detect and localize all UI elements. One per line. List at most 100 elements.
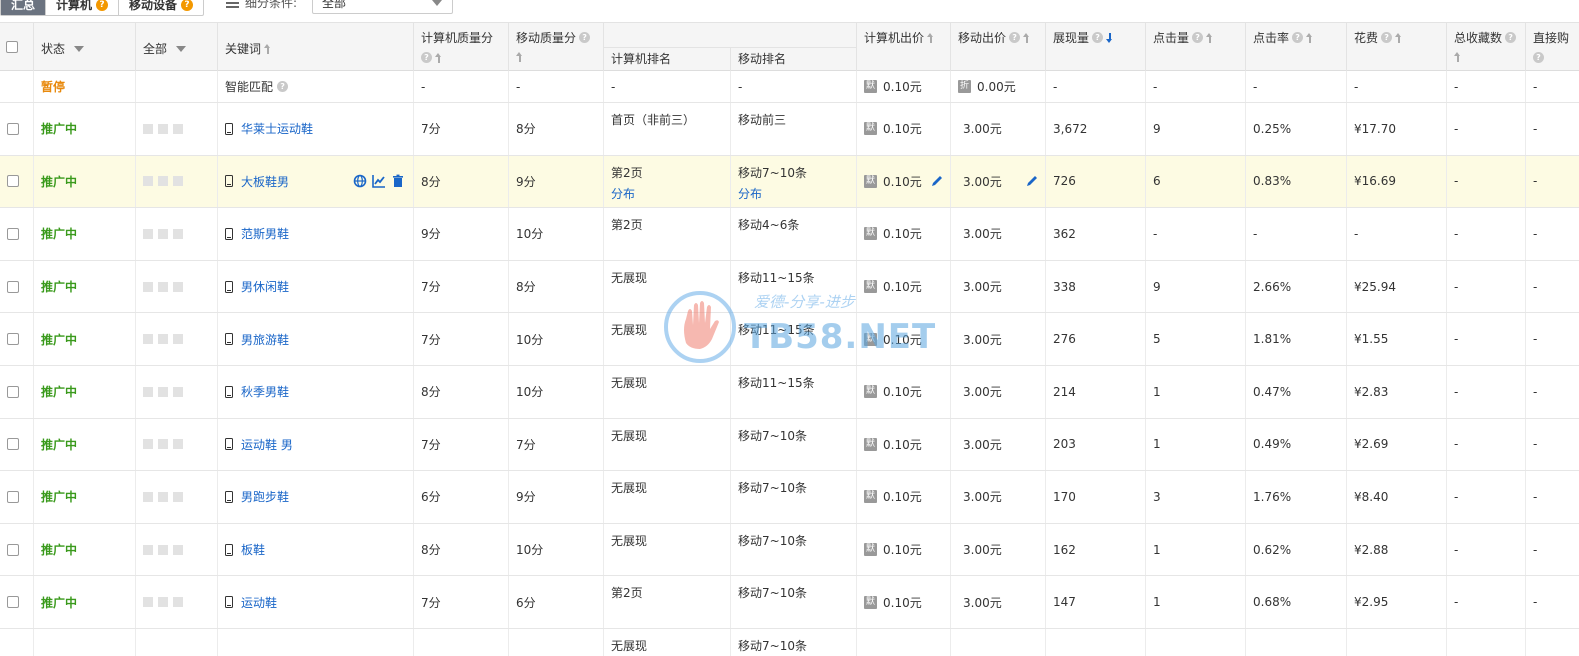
keyword-link[interactable]: 男旅游鞋	[241, 331, 289, 348]
globe-icon[interactable]	[353, 174, 367, 188]
keyword-link[interactable]: 运动鞋 男	[241, 436, 293, 453]
help-icon[interactable]: ?	[1009, 32, 1021, 43]
device-toggle-group[interactable]	[143, 334, 183, 345]
header-pc-bid[interactable]: 计算机出价	[857, 23, 951, 71]
row-checkbox[interactable]	[7, 280, 19, 293]
status-badge[interactable]: 推广中	[41, 331, 77, 348]
sort-icon[interactable]	[435, 52, 442, 63]
toggle-dot[interactable]	[173, 386, 183, 397]
sort-icon[interactable]	[1023, 32, 1030, 43]
toggle-dot[interactable]	[158, 491, 168, 502]
row-checkbox[interactable]	[7, 596, 19, 609]
chevron-down-icon[interactable]	[176, 45, 187, 52]
sort-desc-icon[interactable]	[1106, 32, 1113, 43]
help-icon[interactable]: ?	[421, 52, 432, 63]
table-row[interactable]: 推广中 华莱士运动鞋 7分 8分 首页（非前三） 移动前三默 0.10元 3.00元 3,672…	[0, 103, 1579, 156]
sort-icon[interactable]	[1395, 32, 1402, 43]
keyword-link[interactable]: 大板鞋男	[241, 173, 289, 190]
keyword-link[interactable]: 秋季男鞋	[241, 383, 289, 400]
help-icon[interactable]: ?	[181, 0, 194, 11]
help-icon[interactable]: ?	[1192, 32, 1204, 43]
keyword-link[interactable]: 板鞋	[241, 541, 265, 558]
trash-icon[interactable]	[391, 174, 405, 188]
select-all-checkbox[interactable]	[6, 41, 18, 53]
help-icon[interactable]: ?	[1533, 52, 1544, 63]
table-row[interactable]: 推广中 板鞋 8分 10分 无展现 移动7~10条默 0.10元 3.00元 162 1 0.62%…	[0, 523, 1579, 577]
keyword-link[interactable]: 运动鞋	[241, 594, 277, 611]
table-row[interactable]: 推广中 男旅游鞋 7分 10分 无展现 移动11~15条默 0.10元 3.00元 276 5 1.…	[0, 313, 1579, 366]
toggle-dot[interactable]	[158, 386, 168, 397]
help-icon[interactable]: ?	[277, 81, 289, 92]
toggle-dot[interactable]	[173, 176, 183, 187]
device-toggle-group[interactable]	[143, 597, 183, 608]
toggle-dot[interactable]	[158, 334, 168, 345]
toggle-dot[interactable]	[158, 281, 168, 292]
status-badge[interactable]: 推广中	[41, 436, 77, 453]
help-icon[interactable]: ?	[579, 32, 591, 43]
header-status[interactable]: 状态	[34, 23, 136, 71]
tab-computer[interactable]: 计算机?	[46, 0, 120, 15]
status-badge[interactable]: 推广中	[41, 173, 77, 190]
header-impressions[interactable]: 展现量?	[1046, 23, 1146, 71]
toggle-dot[interactable]	[173, 281, 183, 292]
sort-icon[interactable]	[264, 43, 271, 54]
header-cost[interactable]: 花费?	[1347, 23, 1447, 71]
row-checkbox[interactable]	[7, 122, 19, 135]
header-clicks[interactable]: 点击量?	[1146, 23, 1246, 71]
toggle-dot[interactable]	[173, 228, 183, 239]
header-pc-quality[interactable]: 计算机质量分 ?	[414, 23, 509, 71]
row-checkbox[interactable]	[7, 333, 19, 346]
tab-mobile[interactable]: 移动设备?	[119, 0, 203, 15]
row-checkbox[interactable]	[7, 385, 19, 398]
table-row[interactable]: 推广中 男跑步鞋 6分 9分 无展现 移动7~10条默 0.10元 3.00元 170 3 1.76…	[0, 471, 1579, 524]
keyword-link[interactable]: 男休闲鞋	[241, 278, 289, 295]
device-toggle-group[interactable]	[143, 281, 183, 292]
toggle-dot[interactable]	[143, 491, 153, 502]
toggle-dot[interactable]	[143, 386, 153, 397]
sort-icon[interactable]	[927, 32, 934, 43]
table-row[interactable]: 推广中 秋季男鞋 8分 10分 无展现 移动11~15条默 0.10元 3.00元 214 1 0.…	[0, 366, 1579, 419]
device-toggle-group[interactable]	[143, 491, 183, 502]
table-row[interactable]: 无展现 移动7~10条	[0, 629, 1579, 656]
toggle-dot[interactable]	[158, 597, 168, 608]
toggle-dot[interactable]	[143, 597, 153, 608]
row-checkbox[interactable]	[7, 227, 19, 240]
toggle-dot[interactable]	[143, 544, 153, 555]
header-ctr[interactable]: 点击率?	[1246, 23, 1347, 71]
toggle-dot[interactable]	[158, 228, 168, 239]
status-badge[interactable]: 推广中	[41, 488, 77, 505]
help-icon[interactable]: ?	[1381, 32, 1393, 43]
toggle-dot[interactable]	[158, 439, 168, 450]
status-badge[interactable]: 推广中	[41, 278, 77, 295]
chevron-down-icon[interactable]	[74, 45, 85, 52]
status-badge[interactable]: 推广中	[41, 594, 77, 611]
header-direct[interactable]: 直接购 ?	[1526, 23, 1579, 71]
toggle-dot[interactable]	[143, 334, 153, 345]
table-row[interactable]: 推广中 男休闲鞋 7分 8分 无展现 移动11~15条默 0.10元 3.00元 338 9 2.6…	[0, 260, 1579, 314]
toggle-dot[interactable]	[143, 228, 153, 239]
device-toggle-group[interactable]	[143, 176, 183, 187]
status-badge[interactable]: 推广中	[41, 383, 77, 400]
table-row[interactable]: 推广中 运动鞋 男 7分 7分 无展现 移动7~10条默 0.10元 3.00元 203 1 0.4…	[0, 418, 1579, 472]
toggle-dot[interactable]	[173, 439, 183, 450]
edit-icon[interactable]	[1025, 174, 1039, 188]
row-checkbox[interactable]	[7, 438, 19, 451]
toggle-dot[interactable]	[158, 544, 168, 555]
keyword-link[interactable]: 范斯男鞋	[241, 225, 289, 242]
header-mobile-bid[interactable]: 移动出价?	[951, 23, 1046, 71]
toggle-dot[interactable]	[143, 281, 153, 292]
toggle-dot[interactable]	[173, 597, 183, 608]
device-toggle-group[interactable]	[143, 439, 183, 450]
table-row[interactable]: 推广中 范斯男鞋 9分 10分 第2页 移动4~6条默 0.10元 3.00元 362 - - - - -	[0, 208, 1579, 261]
help-icon[interactable]: ?	[1292, 32, 1304, 43]
toggle-dot[interactable]	[143, 123, 153, 134]
chart-icon[interactable]	[372, 174, 386, 189]
device-toggle-group[interactable]	[143, 228, 183, 239]
sort-icon[interactable]	[516, 52, 523, 62]
toggle-dot[interactable]	[158, 176, 168, 187]
edit-icon[interactable]	[930, 174, 944, 188]
sort-icon[interactable]	[1306, 32, 1313, 43]
row-checkbox[interactable]	[7, 543, 19, 556]
sort-icon[interactable]	[1454, 52, 1461, 62]
help-icon[interactable]: ?	[96, 0, 109, 11]
